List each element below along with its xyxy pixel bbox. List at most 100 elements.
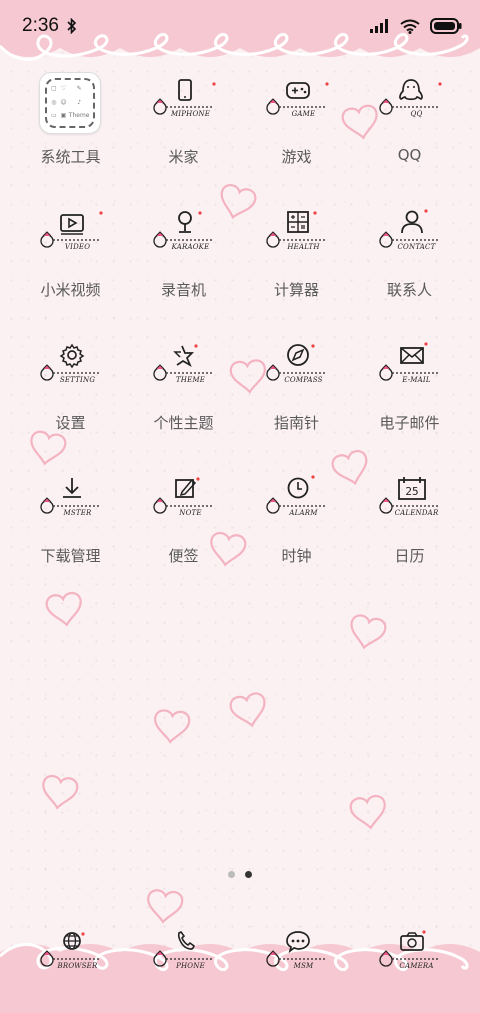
dock-phone[interactable]: PHONE [127, 920, 240, 984]
mail-icon: E-MAIL [378, 338, 442, 402]
phone-handset-icon: PHONE [152, 920, 216, 984]
dock-browser[interactable]: BROWSER [14, 920, 127, 984]
folder-preview-item: ◎ [51, 98, 57, 106]
message-icon: MSM [265, 920, 329, 984]
app-label: 下载管理 [40, 547, 101, 565]
app-recorder[interactable]: KARAOKE 录音机 [127, 205, 240, 338]
doodle-art [152, 344, 212, 381]
app-label: 指南针 [273, 414, 319, 432]
status-time: 2:36 [22, 15, 59, 36]
doodle-caption: QQ [410, 110, 423, 118]
doodle-art [39, 932, 99, 967]
app-label: 联系人 [386, 281, 432, 299]
page-dot-1[interactable] [228, 871, 235, 878]
app-label: 小米视频 [40, 281, 101, 299]
page-dot-2-active[interactable] [245, 871, 252, 878]
doodle-caption: BROWSER [57, 962, 98, 970]
penguin-icon: QQ [378, 72, 442, 136]
doodle-art [265, 344, 325, 381]
dock: BROWSER PHONE MSM CAMERA [14, 920, 466, 984]
star-icon: THEME [152, 338, 216, 402]
app-system-tools-folder[interactable]: ▢ ♡ ✎ ◎ ☺ ♪ ▭ ▣ Theme 系统工具 [14, 72, 127, 205]
doodle-art [39, 343, 99, 381]
app-qq[interactable]: QQ QQ [353, 72, 466, 205]
doodle-art [378, 79, 442, 115]
calendar-day: 25 [405, 485, 418, 498]
app-mi-home[interactable]: MIPHONE 米家 [127, 72, 240, 205]
app-settings[interactable]: SETTING 设置 [14, 338, 127, 471]
doodle-art [152, 477, 212, 514]
folder-preview-item: ✎ [76, 85, 82, 92]
app-email[interactable]: E-MAIL 电子邮件 [353, 338, 466, 471]
doodle-caption: SETTING [59, 376, 96, 384]
app-label: 时钟 [281, 547, 312, 565]
app-clock[interactable]: ALARM 时钟 [240, 471, 353, 604]
doodle-art [265, 211, 325, 248]
app-mi-video[interactable]: VIDEO 小米视频 [14, 205, 127, 338]
app-themes[interactable]: THEME 个性主题 [127, 338, 240, 471]
doodle-art [265, 82, 329, 115]
app-label: 录音机 [160, 281, 206, 299]
doodle-caption: PHONE [176, 962, 205, 970]
doodle-art [39, 478, 99, 514]
wifi-icon [400, 19, 420, 34]
doodle-art [152, 930, 212, 967]
status-bar: 2:36 [0, 0, 480, 52]
dock-camera[interactable]: CAMERA [353, 920, 466, 984]
app-label: 便签 [168, 547, 199, 565]
doodle-caption: MSTER [63, 509, 92, 517]
doodle-art [265, 931, 325, 967]
doodle-caption: ALARM [289, 509, 318, 517]
doodle-art [378, 930, 438, 967]
folder-preview-item: ▭ [50, 112, 57, 120]
status-left: 2:36 [22, 15, 77, 37]
camera-icon: CAMERA [378, 920, 442, 984]
app-compass[interactable]: COMPASS 指南针 [240, 338, 353, 471]
battery-icon [430, 18, 462, 34]
folder-preview-item: Theme [68, 112, 90, 120]
dock-messages[interactable]: MSM [240, 920, 353, 984]
doodle-caption: MSM [293, 962, 314, 970]
app-notes[interactable]: NOTE 便签 [127, 471, 240, 604]
doodle-caption: COMPASS [284, 376, 323, 384]
contact-icon: CONTACT [378, 205, 442, 269]
folder-preview-item: ♪ [77, 98, 82, 106]
app-label: 米家 [168, 148, 199, 166]
doodle-art [378, 209, 438, 248]
doodle-caption: GAME [291, 110, 316, 118]
app-games[interactable]: GAME 游戏 [240, 72, 353, 205]
app-label: 系统工具 [40, 148, 101, 166]
gear-icon: SETTING [39, 338, 103, 402]
app-label: 电子邮件 [379, 414, 440, 432]
app-label: 个性主题 [153, 414, 214, 432]
app-label: 游戏 [281, 148, 312, 166]
app-label: 计算器 [273, 281, 319, 299]
app-calculator[interactable]: HEALTH 计算器 [240, 205, 353, 338]
doodle-art: 25 [378, 477, 438, 514]
folder-tile: ▢ ♡ ✎ ◎ ☺ ♪ ▭ ▣ Theme [38, 72, 101, 134]
folder-preview: ▢ ♡ ✎ ◎ ☺ ♪ ▭ ▣ Theme [44, 78, 95, 128]
clock-icon: ALARM [265, 471, 329, 535]
page-indicator[interactable] [0, 871, 480, 878]
download-icon: MSTER [39, 471, 103, 535]
bluetooth-icon [67, 18, 77, 34]
doodle-caption: CAMERA [399, 962, 434, 970]
doodle-caption: KARAOKE [171, 243, 210, 251]
doodle-caption: E-MAIL [402, 376, 431, 384]
app-label: QQ [397, 146, 422, 164]
calculator-icon: HEALTH [265, 205, 329, 269]
doodle-art [152, 79, 216, 115]
folder-preview-item: ▢ [50, 85, 57, 92]
app-calendar[interactable]: 25 CALENDAR 日历 [353, 471, 466, 604]
compass-icon: COMPASS [265, 338, 329, 402]
gamepad-icon: GAME [265, 72, 329, 136]
app-contacts[interactable]: CONTACT 联系人 [353, 205, 466, 338]
phone-device-icon: MIPHONE [152, 72, 216, 136]
calendar-icon: 25 CALENDAR [378, 471, 442, 535]
doodle-art [152, 211, 212, 248]
signal-icon [370, 19, 388, 33]
app-downloads[interactable]: MSTER 下载管理 [14, 471, 127, 604]
status-right [370, 18, 462, 34]
video-icon: VIDEO [39, 205, 103, 269]
app-label: 设置 [55, 414, 86, 432]
